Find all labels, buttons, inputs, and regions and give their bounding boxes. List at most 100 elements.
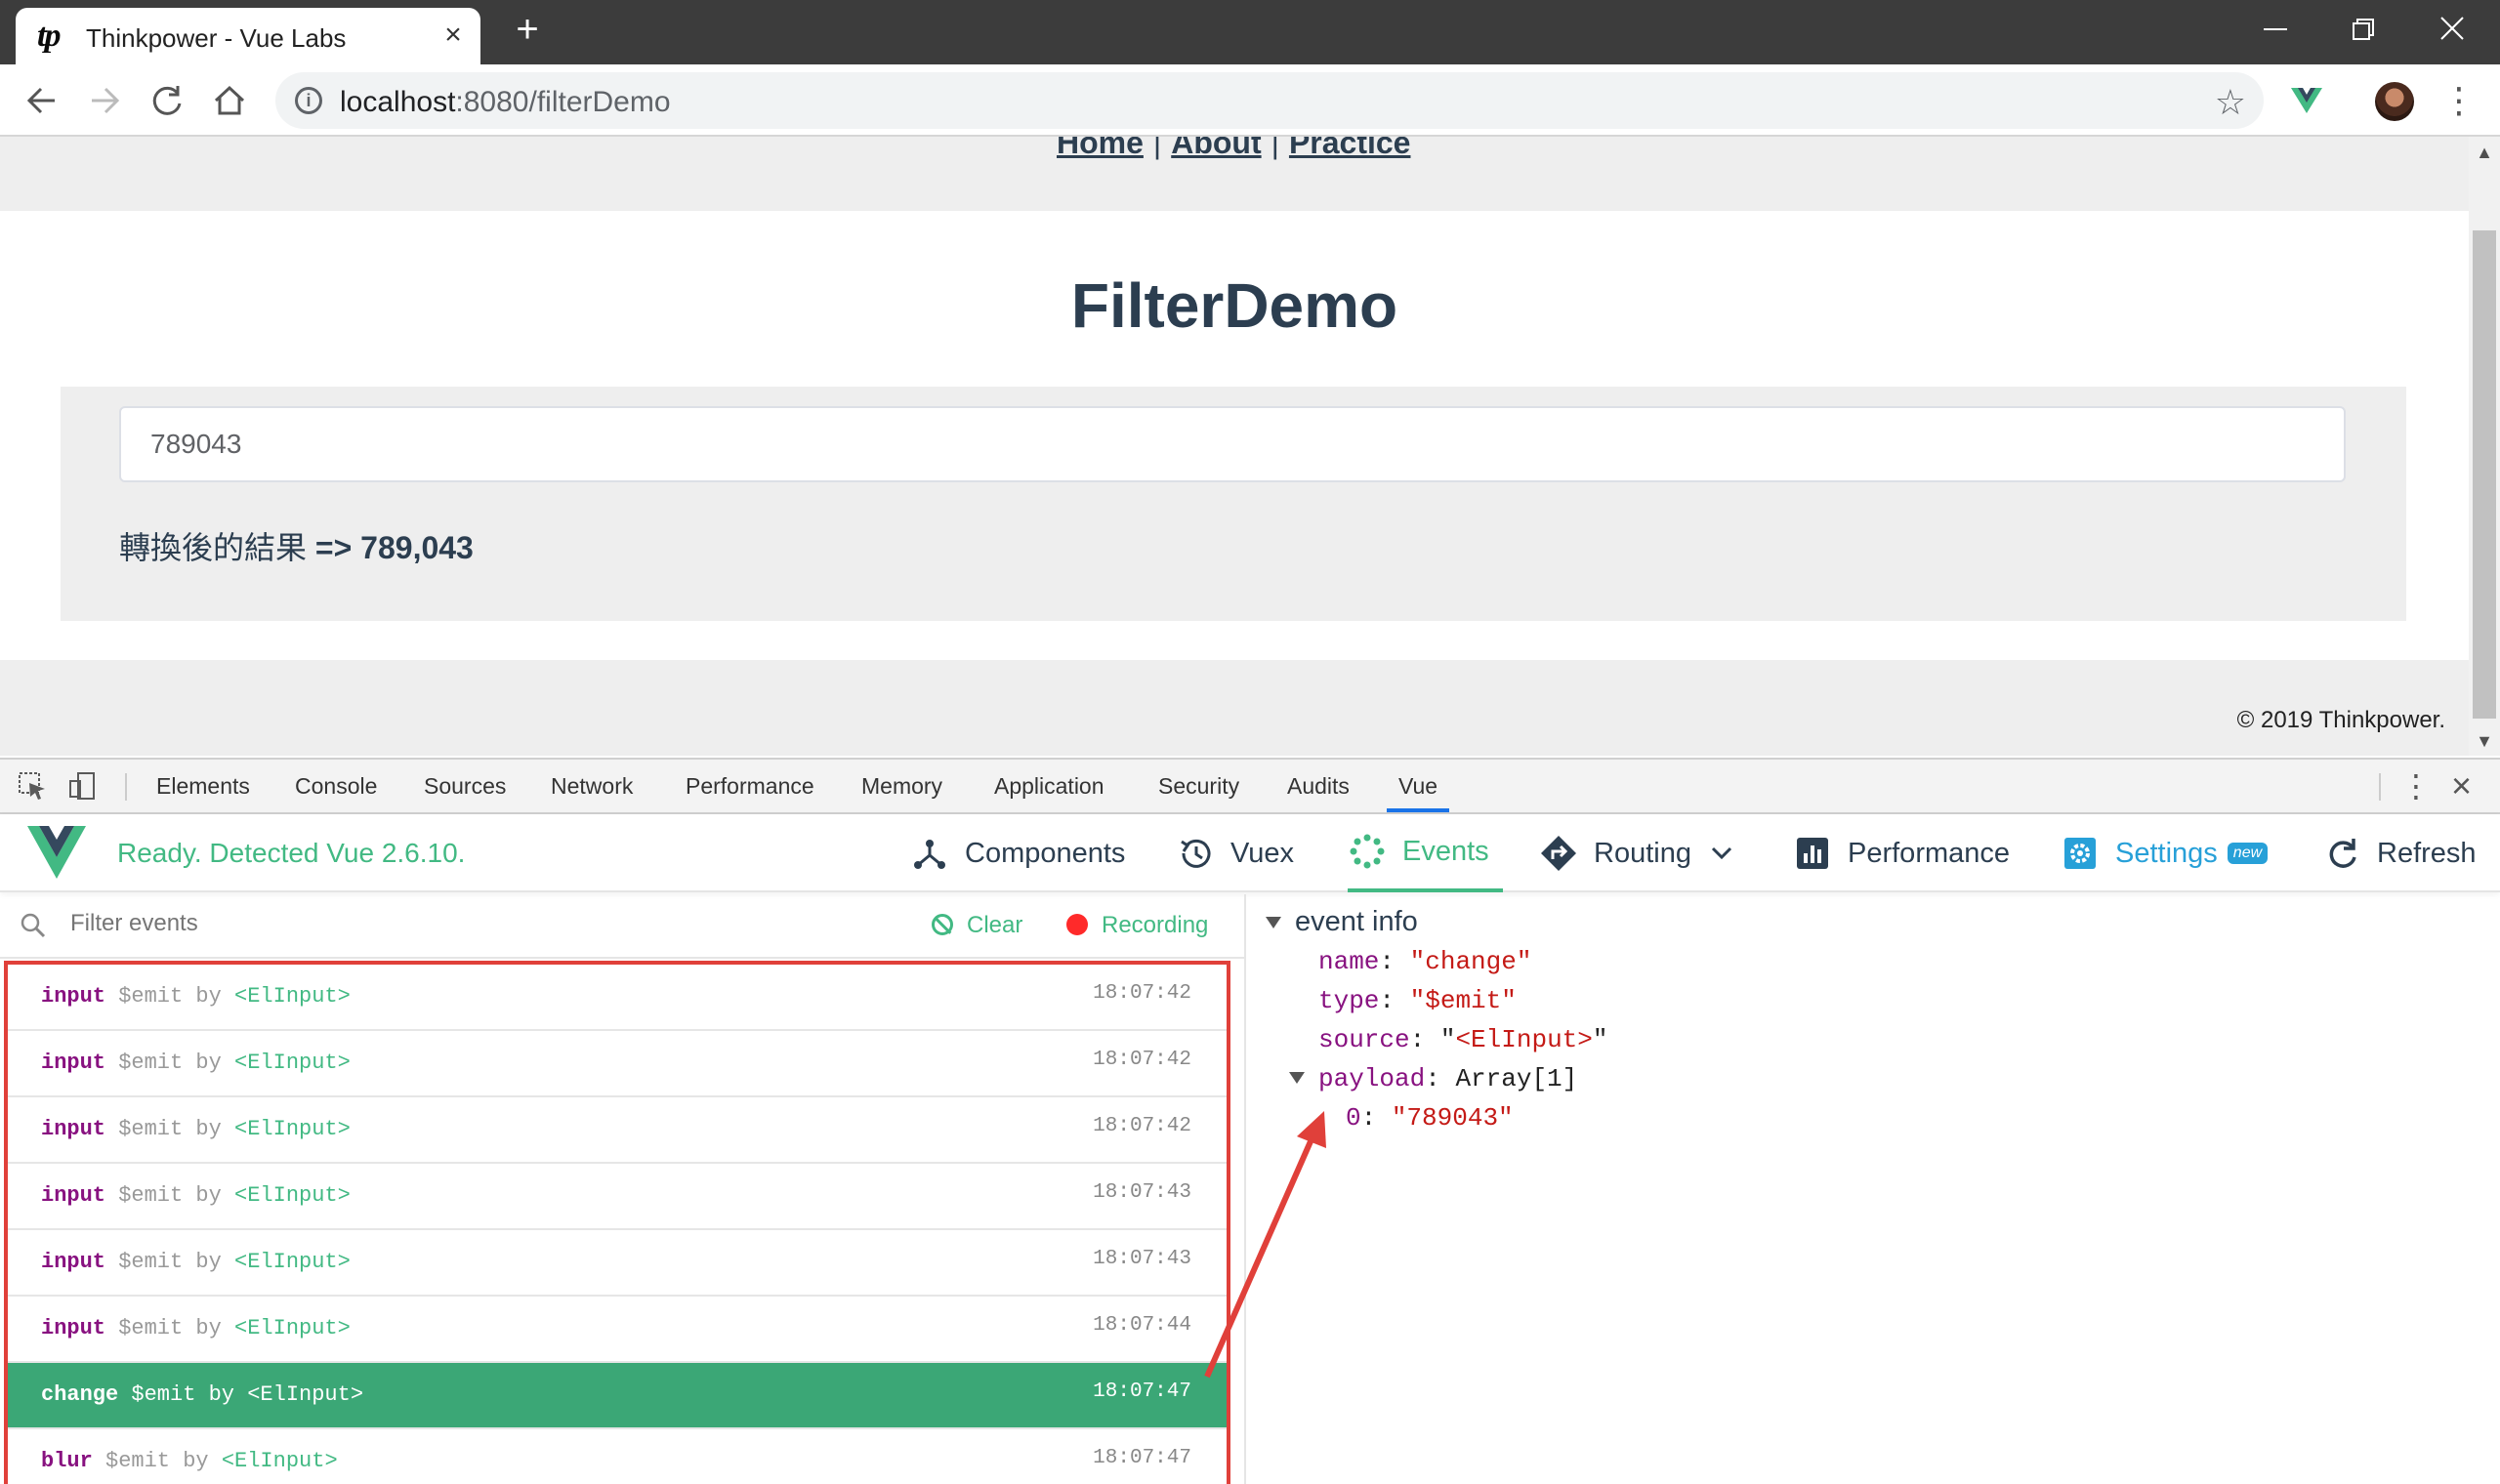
- vue-tab-components[interactable]: Components: [910, 814, 1125, 892]
- event-row[interactable]: input $emit by <ElInput> 18:07:43: [8, 1164, 1227, 1230]
- profile-avatar[interactable]: [2375, 82, 2414, 121]
- page-footer: © 2019 Thinkpower.: [0, 660, 2469, 756]
- event-description: $emit by <ElInput>: [105, 1449, 338, 1473]
- vue-tab-routing-label: Routing: [1594, 837, 1691, 869]
- device-toolbar-icon[interactable]: [66, 769, 100, 803]
- event-source-component: <ElInput>: [234, 1316, 351, 1340]
- event-timestamp: 18:07:47: [1093, 1381, 1191, 1403]
- chevron-down-icon[interactable]: [1709, 844, 1734, 863]
- event-info-header[interactable]: event info: [1266, 906, 1418, 938]
- event-info-payload[interactable]: payload: Array[1]: [1289, 1064, 1577, 1093]
- top-nav: Home | About | Practice: [0, 137, 2469, 211]
- event-row[interactable]: input $emit by <ElInput> 18:07:42: [8, 1097, 1227, 1164]
- scroll-up-icon[interactable]: ▲: [2469, 143, 2500, 163]
- event-source-component: <ElInput>: [221, 1449, 338, 1473]
- event-info-payload-item: 0: "789043": [1346, 1103, 1514, 1133]
- info-icon[interactable]: i: [295, 87, 322, 114]
- tab-sources[interactable]: Sources: [424, 773, 506, 800]
- vue-tab-events-label: Events: [1402, 835, 1489, 867]
- menu-dots-icon[interactable]: ⋮: [2441, 78, 2477, 123]
- scrollbar-thumb[interactable]: [2473, 230, 2496, 719]
- devtools-panel: Elements Console Sources Network Perform…: [0, 758, 2500, 1484]
- forward-arrow-icon[interactable]: [82, 78, 127, 123]
- window-minimize-icon[interactable]: [2254, 10, 2297, 49]
- devtools-close-icon[interactable]: ×: [2451, 765, 2472, 806]
- tab-elements[interactable]: Elements: [156, 773, 250, 800]
- event-row[interactable]: change $emit by <ElInput> 18:07:47: [8, 1363, 1227, 1429]
- devtools-menu-icon[interactable]: ⋮: [2400, 767, 2432, 804]
- window-restore-icon[interactable]: [2342, 10, 2385, 49]
- vue-detected-status: Ready. Detected Vue 2.6.10.: [117, 838, 466, 868]
- vue-tab-settings-label: Settings: [2115, 837, 2218, 869]
- event-row[interactable]: input $emit by <ElInput> 18:07:43: [8, 1230, 1227, 1297]
- vue-tab-events[interactable]: Events: [1348, 814, 1503, 892]
- event-name: input: [41, 1183, 106, 1208]
- event-description: $emit by <ElInput>: [118, 1117, 351, 1141]
- clear-label: Clear: [967, 912, 1023, 938]
- number-input[interactable]: [119, 406, 2346, 482]
- home-icon[interactable]: [207, 78, 252, 123]
- event-name: input: [41, 1051, 106, 1075]
- recording-toggle[interactable]: Recording: [1066, 912, 1208, 939]
- recording-label: Recording: [1102, 912, 1209, 938]
- nav-link-home[interactable]: Home: [1057, 137, 1144, 160]
- active-tab-indicator: [1387, 808, 1449, 812]
- nav-link-about[interactable]: About: [1171, 137, 1261, 160]
- event-source-component: <ElInput>: [234, 1051, 351, 1075]
- event-name: input: [41, 1117, 106, 1141]
- tab-memory[interactable]: Memory: [861, 773, 942, 800]
- reload-icon[interactable]: [145, 78, 189, 123]
- event-source-component: <ElInput>: [234, 1250, 351, 1274]
- tab-network[interactable]: Network: [551, 773, 633, 800]
- event-source-component: <ElInput>: [234, 1117, 351, 1141]
- tab-console[interactable]: Console: [295, 773, 377, 800]
- tab-vue[interactable]: Vue: [1398, 773, 1438, 800]
- clear-events-button[interactable]: Clear: [932, 912, 1022, 939]
- vue-tab-routing[interactable]: Routing: [1539, 814, 1734, 892]
- event-row[interactable]: input $emit by <ElInput> 18:07:42: [8, 965, 1227, 1031]
- window-close-icon[interactable]: [2430, 10, 2473, 49]
- tab-application[interactable]: Application: [994, 773, 1104, 800]
- event-source-component: <ElInput>: [247, 1382, 364, 1407]
- page-scrollbar[interactable]: ▲ ▼: [2469, 137, 2500, 756]
- refresh-icon: [2329, 839, 2356, 868]
- scroll-down-icon[interactable]: ▼: [2469, 731, 2500, 752]
- event-name: blur: [41, 1449, 93, 1473]
- browser-tab[interactable]: tp Thinkpower - Vue Labs ×: [16, 8, 480, 64]
- event-description: $emit by <ElInput>: [118, 984, 351, 1009]
- vue-tab-vuex[interactable]: Vuex: [1176, 814, 1294, 892]
- tab-performance[interactable]: Performance: [686, 773, 814, 800]
- tab-audits[interactable]: Audits: [1287, 773, 1350, 800]
- result-text: 轉換後的結果 => 789,043: [119, 523, 474, 568]
- nav-separator: |: [1152, 137, 1162, 160]
- tab-close-icon[interactable]: ×: [436, 18, 471, 53]
- vue-tab-settings[interactable]: Settings new: [2061, 814, 2269, 892]
- bookmark-star-icon[interactable]: ☆: [2215, 82, 2246, 123]
- event-filter-bar: Clear Recording: [0, 894, 1246, 959]
- components-icon: [914, 840, 945, 869]
- inspect-element-icon[interactable]: [16, 769, 49, 803]
- filter-events-input[interactable]: [70, 910, 852, 937]
- event-description: $emit by <ElInput>: [118, 1250, 351, 1274]
- performance-chart-icon: [1797, 838, 1828, 869]
- tab-security[interactable]: Security: [1158, 773, 1239, 800]
- event-name: change: [41, 1382, 119, 1407]
- nav-link-practice[interactable]: Practice: [1289, 137, 1411, 160]
- copyright-text: © 2019 Thinkpower.: [2236, 707, 2445, 733]
- event-timestamp: 18:07:43: [1093, 1181, 1191, 1204]
- vue-refresh-button[interactable]: Refresh: [2322, 814, 2477, 892]
- event-timestamp: 18:07:43: [1093, 1248, 1191, 1270]
- routing-icon: [1541, 836, 1576, 871]
- vue-tab-performance[interactable]: Performance: [1793, 814, 2010, 892]
- search-icon: [21, 913, 46, 938]
- event-row[interactable]: input $emit by <ElInput> 18:07:44: [8, 1297, 1227, 1363]
- address-bar[interactable]: i localhost:8080/filterDemo ☆: [275, 72, 2264, 129]
- vue-devtools-extension-icon[interactable]: [2289, 82, 2324, 117]
- back-arrow-icon[interactable]: [20, 78, 64, 123]
- vue-devtools-header: Ready. Detected Vue 2.6.10. Components V…: [0, 814, 2500, 892]
- event-row[interactable]: input $emit by <ElInput> 18:07:42: [8, 1031, 1227, 1097]
- event-info-pane: event info name: "change" type: "$emit" …: [1248, 894, 2500, 1484]
- event-row[interactable]: blur $emit by <ElInput> 18:07:47: [8, 1429, 1227, 1484]
- new-tab-button[interactable]: +: [508, 10, 547, 49]
- tab-title: Thinkpower - Vue Labs: [86, 23, 347, 53]
